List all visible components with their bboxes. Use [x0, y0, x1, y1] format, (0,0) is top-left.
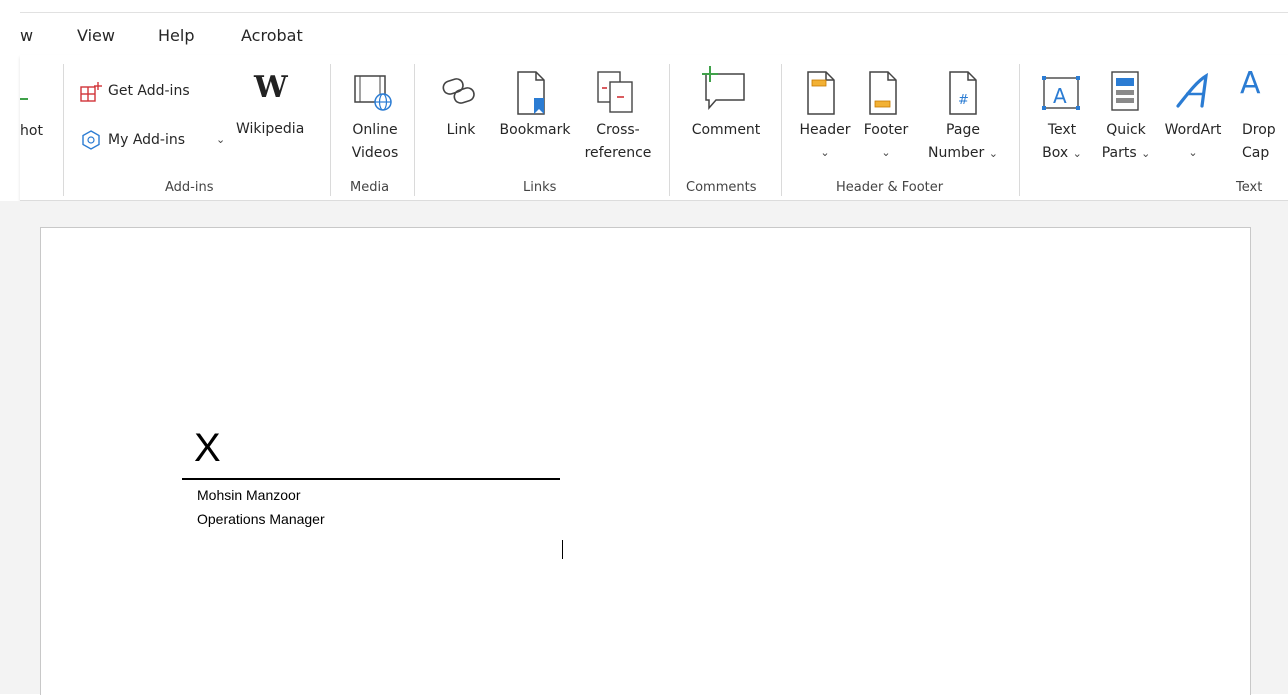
- quick-parts-icon: [1111, 71, 1139, 111]
- chevron-down-icon: ⌄: [1072, 147, 1082, 160]
- tab-view[interactable]: View: [77, 26, 115, 45]
- group-label-addins: Add-ins: [165, 180, 214, 195]
- bookmark-icon: [517, 71, 545, 115]
- footer-icon: [869, 71, 897, 115]
- quick-parts-label-2: Parts: [1101, 145, 1137, 161]
- group-separator: [63, 64, 64, 196]
- get-addins-label: Get Add-ins: [108, 83, 190, 99]
- comment-label: Comment: [691, 122, 761, 138]
- cross-reference-button[interactable]: Cross- reference: [578, 70, 658, 170]
- my-addins-icon: [82, 130, 100, 150]
- group-label-text: Text: [1236, 180, 1263, 195]
- text-box-button[interactable]: A Text Box ⌄: [1030, 70, 1094, 170]
- group-separator: [669, 64, 670, 196]
- page-number-button[interactable]: # Page Number ⌄: [920, 70, 1006, 170]
- tab-help[interactable]: Help: [158, 26, 194, 45]
- bookmark-button[interactable]: Bookmark: [490, 70, 580, 150]
- header-label: Header: [799, 122, 851, 138]
- link-icon: [442, 78, 475, 104]
- svg-text:A: A: [1053, 84, 1067, 108]
- my-addins-button[interactable]: My Add-ins ⌄: [80, 128, 230, 154]
- group-label-media: Media: [350, 180, 390, 195]
- comment-icon: [702, 66, 745, 110]
- wordart-label: WordArt: [1164, 122, 1222, 138]
- store-icon: [80, 82, 102, 102]
- group-label-header-footer: Header & Footer: [836, 180, 944, 195]
- chevron-down-icon: ⌄: [820, 146, 830, 159]
- chevron-down-icon: ⌄: [988, 147, 998, 160]
- quick-parts-button[interactable]: Quick Parts ⌄: [1094, 70, 1158, 170]
- get-addins-button[interactable]: Get Add-ins: [80, 81, 210, 107]
- chevron-down-icon: ⌄: [1141, 147, 1151, 160]
- chevron-down-icon: ⌄: [1188, 146, 1198, 159]
- my-addins-label: My Add-ins: [108, 132, 186, 148]
- drop-cap-label-2: Cap: [1242, 145, 1270, 161]
- bookmark-label: Bookmark: [499, 122, 571, 138]
- online-videos-label-2: Videos: [351, 145, 399, 161]
- title-bar-divider: [20, 12, 1288, 13]
- signer-title: Operations Manager: [197, 511, 325, 527]
- wikipedia-button[interactable]: W Wikipedia: [234, 70, 316, 150]
- screenshot-icon: [20, 98, 28, 100]
- group-label-links: Links: [523, 180, 557, 195]
- quick-parts-label-1: Quick: [1106, 122, 1146, 138]
- wikipedia-icon: W: [254, 70, 288, 105]
- online-videos-button[interactable]: Online Videos: [340, 70, 410, 170]
- header-icon: [807, 71, 835, 115]
- ribbon-tabs: w View Help Acrobat: [0, 24, 1288, 52]
- footer-label: Footer: [863, 122, 909, 138]
- screenshot-button[interactable]: hot: [20, 120, 43, 142]
- wordart-icon: [1176, 72, 1209, 108]
- cross-reference-label-1: Cross-: [596, 122, 640, 138]
- link-label: Link: [446, 122, 476, 138]
- group-label-comments: Comments: [686, 180, 757, 195]
- text-box-icon: A: [1042, 76, 1080, 110]
- drop-cap-icon: A: [1240, 66, 1261, 101]
- svg-text:#: #: [958, 93, 969, 108]
- comment-button[interactable]: Comment: [680, 64, 772, 150]
- signature-line[interactable]: [182, 478, 560, 480]
- wordart-button[interactable]: WordArt ⌄: [1158, 70, 1228, 170]
- chevron-down-icon: ⌄: [216, 133, 226, 146]
- cross-reference-icon: [597, 71, 633, 113]
- page-number-label-2: Number: [928, 145, 985, 161]
- group-separator: [1019, 64, 1020, 196]
- signer-name: Mohsin Manzoor: [197, 487, 301, 503]
- link-button[interactable]: Link: [434, 70, 488, 150]
- page-number-icon: #: [949, 71, 977, 115]
- group-separator: [414, 64, 415, 196]
- online-video-icon: [354, 75, 392, 111]
- online-videos-label-1: Online: [352, 122, 398, 138]
- chevron-down-icon: ⌄: [881, 146, 891, 159]
- drop-cap-button[interactable]: A Drop Cap: [1234, 66, 1288, 170]
- tab-review-partial[interactable]: w: [20, 26, 33, 45]
- header-button[interactable]: Header ⌄: [794, 70, 856, 170]
- group-separator: [330, 64, 331, 196]
- footer-button[interactable]: Footer ⌄: [856, 70, 916, 170]
- signature-x-mark: X: [194, 426, 221, 470]
- text-box-label-2: Box: [1042, 145, 1069, 161]
- page-number-label-1: Page: [946, 122, 980, 138]
- tab-acrobat[interactable]: Acrobat: [241, 26, 303, 45]
- wikipedia-label: Wikipedia: [236, 121, 305, 137]
- text-cursor: [562, 540, 563, 559]
- document-page[interactable]: [40, 227, 1251, 695]
- text-box-label-1: Text: [1047, 122, 1077, 138]
- group-separator: [781, 64, 782, 196]
- cross-reference-label-2: reference: [584, 145, 652, 161]
- drop-cap-label-1: Drop: [1242, 122, 1276, 138]
